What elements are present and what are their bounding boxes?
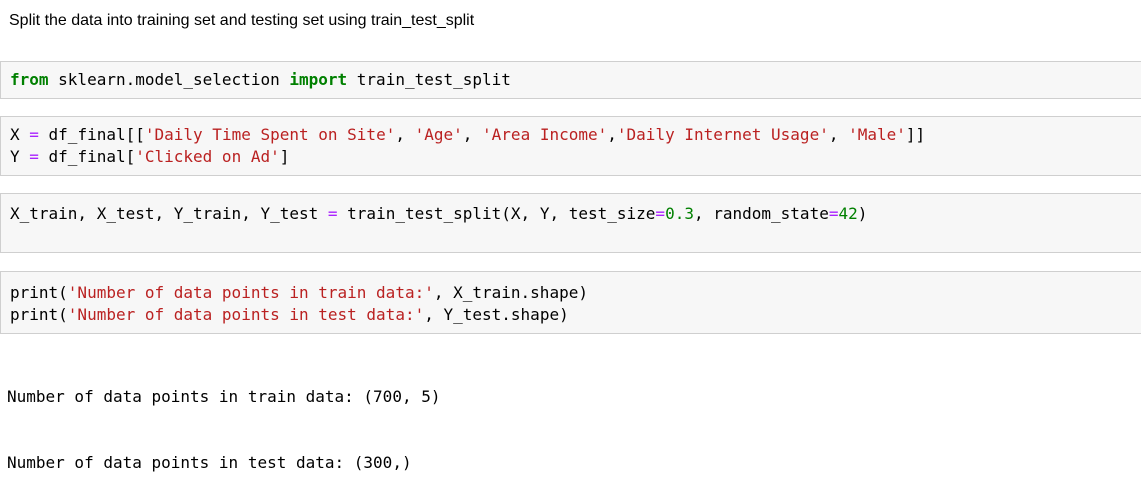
markdown-cell-text: Split the data into training set and tes… (9, 12, 475, 29)
code-token: , random_state (693, 204, 829, 223)
code-operator: = (29, 125, 39, 144)
code-number: 0.3 (665, 204, 694, 223)
code-string: 'Male' (848, 125, 906, 144)
code-cell-print-source: print('Number of data points in train da… (10, 282, 588, 326)
code-operator: = (327, 204, 338, 223)
output-line: Number of data points in test data: (300… (7, 453, 412, 472)
code-token: , (828, 125, 849, 144)
code-string: 'Clicked on Ad' (135, 147, 280, 166)
code-token: Y (10, 147, 30, 166)
code-string: 'Age' (414, 125, 463, 144)
code-cell-print[interactable]: print('Number of data points in train da… (0, 271, 1141, 334)
code-cell-features-source: X = df_final[['Daily Time Spent on Site'… (10, 124, 925, 168)
code-string: 'Area Income' (482, 125, 608, 144)
code-token: , Y_test.shape) (424, 305, 569, 324)
code-token: X (10, 125, 30, 144)
code-cell-features[interactable]: X = df_final[['Daily Time Spent on Site'… (0, 116, 1141, 176)
code-token: print( (10, 283, 68, 302)
code-line: print('Number of data points in train da… (10, 282, 588, 304)
code-string: 'Daily Internet Usage' (616, 125, 829, 144)
code-token: sklearn.model_selection (48, 70, 290, 89)
code-operator: = (29, 147, 39, 166)
code-line: print('Number of data points in test dat… (10, 304, 588, 326)
code-operator: = (655, 204, 666, 223)
code-line: Y = df_final['Clicked on Ad'] (10, 146, 925, 168)
code-token: train_test_split(X, Y, test_size (337, 204, 656, 223)
code-token: X_train, X_test, Y_train, Y_test (10, 204, 328, 223)
code-string: 'Number of data points in train data:' (67, 283, 434, 302)
code-cell-import[interactable]: from sklearn.model_selection import trai… (0, 61, 1141, 99)
code-token: df_final[[ (38, 125, 145, 144)
code-token: print( (10, 305, 68, 324)
code-line: from sklearn.model_selection import trai… (10, 69, 511, 91)
output-line: Number of data points in train data: (70… (7, 387, 441, 406)
code-line: X_train, X_test, Y_train, Y_test = train… (10, 203, 867, 225)
code-token: ) (857, 204, 868, 223)
code-string: 'Daily Time Spent on Site' (144, 125, 396, 144)
code-string: 'Number of data points in test data:' (67, 305, 425, 324)
code-token: ]] (905, 125, 926, 144)
code-line: X = df_final[['Daily Time Spent on Site'… (10, 124, 925, 146)
code-token: , (462, 125, 483, 144)
code-cell-split[interactable]: X_train, X_test, Y_train, Y_test = train… (0, 193, 1141, 253)
code-token: , (607, 125, 617, 144)
code-token: ] (279, 147, 290, 166)
code-keyword: from (10, 70, 49, 89)
code-token: train_test_split (347, 70, 511, 89)
code-keyword: import (289, 70, 348, 89)
code-token: df_final[ (38, 147, 136, 166)
code-token: , (395, 125, 415, 144)
code-number: 42 (838, 204, 858, 223)
code-cell-import-source: from sklearn.model_selection import trai… (10, 69, 511, 91)
code-token: , X_train.shape) (433, 283, 588, 302)
code-cell-split-source: X_train, X_test, Y_train, Y_test = train… (10, 203, 867, 225)
cell-output: Number of data points in train data: (70… (7, 342, 440, 496)
